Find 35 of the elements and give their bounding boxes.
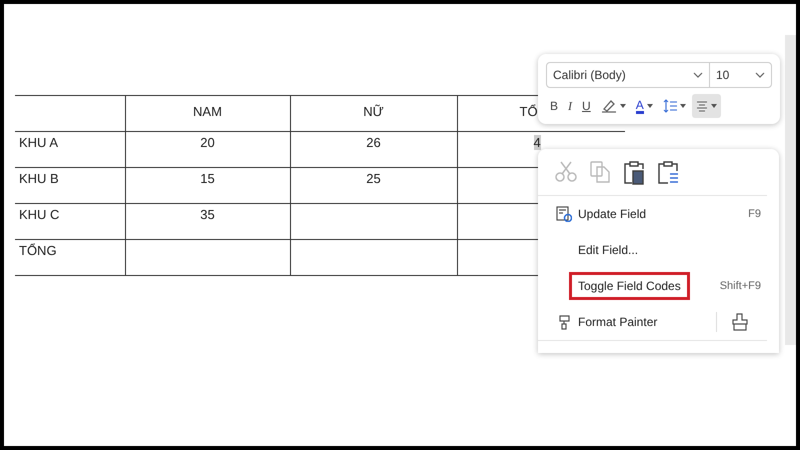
column-header: NỮ [363,104,384,119]
menu-item[interactable]: Toggle Field Codes [572,275,687,297]
align-center-icon [696,100,708,112]
menu-item[interactable]: Format Painter [572,311,664,333]
menu-item[interactable]: Update Field [572,203,652,225]
table-cell: 26 [366,135,381,150]
table-cell: TỔNG [19,243,57,258]
shortcut-text: Shift+F9 [720,280,761,292]
column-header: NAM [193,104,222,119]
paste-icon[interactable] [622,161,646,185]
font-color-button[interactable]: A [632,94,657,118]
table-cell: 15 [200,171,215,186]
chevron-icon [755,72,765,78]
table-cell: 25 [366,171,381,186]
font-size-dropdown[interactable]: 10 [709,63,771,87]
table-cell: KHU A [19,135,58,150]
bold-button[interactable]: B [546,94,562,118]
underline-button[interactable]: U [578,94,595,118]
table-cell: 4 [534,135,541,150]
align-button[interactable] [692,94,721,118]
paste-text-icon[interactable] [656,161,680,185]
font-dropdown[interactable]: Calibri (Body) [547,63,709,87]
line-spacing-icon [662,99,677,113]
italic-button[interactable]: I [564,94,576,118]
shortcut-text: F9 [748,208,761,220]
column-header: TỔ [520,104,538,119]
refresh-document-icon [556,206,572,222]
chevron-icon [693,72,703,78]
highlighter-icon [600,99,617,113]
table-cell: KHU B [19,171,59,186]
menu-item[interactable]: Edit Field... [572,239,644,261]
table-cell: KHU C [19,207,60,222]
table-cell: 35 [200,207,215,222]
paintbrush-icon[interactable] [731,313,749,331]
table-cell: 20 [200,135,215,150]
